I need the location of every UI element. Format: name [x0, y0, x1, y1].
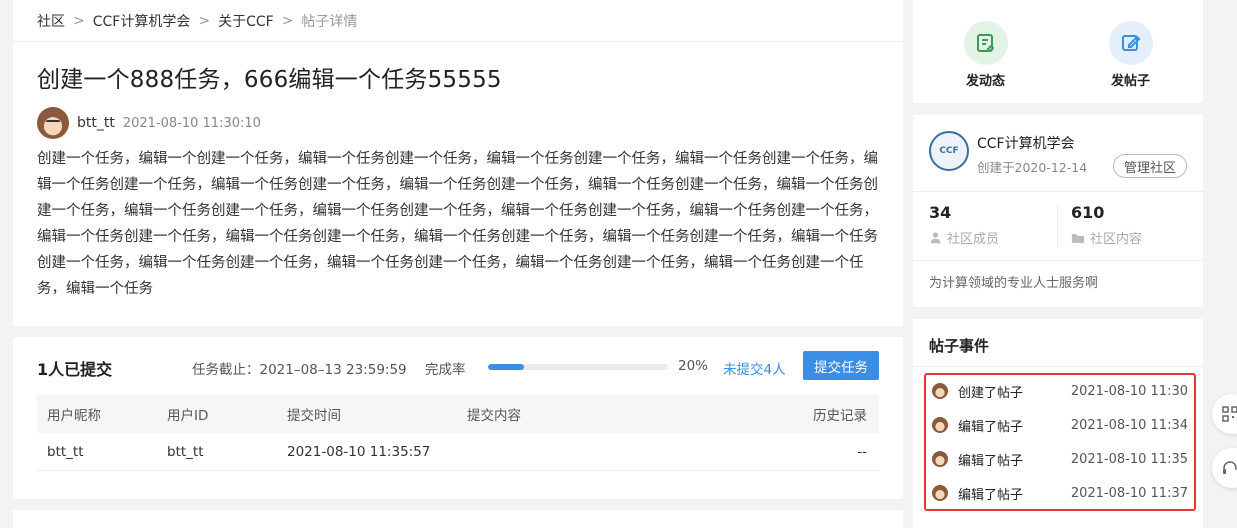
members-label: 社区成员 — [947, 232, 1000, 247]
content-label: 社区内容 — [1090, 232, 1143, 247]
col-submit-time: 提交时间 — [287, 408, 341, 424]
post-time: 2021-08-10 11:30:10 — [122, 115, 261, 131]
community-description: 为计算领域的专业人士服务啊 — [929, 276, 1099, 291]
community-name[interactable]: CCF计算机学会 — [977, 133, 1075, 153]
breadcrumb-item-ccf[interactable]: CCF计算机学会 — [93, 11, 191, 31]
submitted-count: 1人已提交 — [37, 360, 113, 379]
avatar — [932, 485, 948, 501]
list-item: 编辑了帖子 2021-08-10 11:37 — [932, 483, 1188, 503]
submit-task-button[interactable]: 提交任务 — [803, 351, 879, 380]
avatar — [932, 417, 948, 433]
chevron-right-icon: > — [281, 12, 294, 29]
event-text: 编辑了帖子 — [958, 419, 1024, 435]
qr-code-icon — [1222, 406, 1237, 422]
breadcrumb-item-about[interactable]: 关于CCF — [218, 11, 274, 31]
list-item: 编辑了帖子 2021-08-10 11:34 — [932, 415, 1188, 435]
event-time: 2021-08-10 11:30 — [1070, 383, 1188, 399]
event-time: 2021-08-10 11:35 — [1070, 451, 1188, 467]
user-icon — [930, 232, 941, 244]
task-deadline: 任务截止：2021–08–13 23:59:59 — [192, 362, 407, 378]
avatar[interactable] — [37, 107, 69, 139]
chevron-right-icon: > — [198, 12, 211, 29]
divider — [913, 191, 1203, 192]
edit-icon[interactable] — [1108, 21, 1153, 65]
post-events-card: 帖子事件 创建了帖子 2021-08-10 11:30 编辑了帖子 2021-0… — [913, 319, 1203, 528]
completion-percent: 20% — [678, 358, 709, 374]
community-card: CCF CCF计算机学会 创建于2020-12-14 管理社区 34 社区成员 … — [913, 115, 1203, 307]
events-list-highlight: 创建了帖子 2021-08-10 11:30 编辑了帖子 2021-08-10 … — [924, 373, 1196, 511]
event-text: 编辑了帖子 — [958, 453, 1024, 469]
list-item: 创建了帖子 2021-08-10 11:30 — [932, 381, 1188, 401]
post-body: 创建一个任务，编辑一个创建一个任务，编辑一个任务创建一个任务，编辑一个任务创建一… — [37, 151, 878, 297]
breadcrumb-item-community[interactable]: 社区 — [37, 11, 65, 31]
manage-community-button[interactable]: 管理社区 — [1113, 154, 1187, 178]
customer-service-button[interactable] — [1212, 448, 1237, 488]
stat-divider — [1057, 205, 1058, 247]
members-count: 34 — [929, 203, 952, 222]
post-thread-button[interactable]: 发帖子 — [1058, 0, 1203, 103]
cell-history[interactable]: -- — [779, 444, 879, 460]
table-header: 用户昵称 用户ID 提交时间 提交内容 历史记录 — [37, 395, 879, 433]
task-card: 1人已提交 任务截止：2021–08–13 23:59:59 完成率 20% 未… — [13, 337, 903, 499]
event-text: 编辑了帖子 — [958, 487, 1024, 503]
col-history: 历史记录 — [813, 408, 867, 424]
unsubmitted-link[interactable]: 未提交4人 — [723, 358, 786, 378]
col-nickname: 用户昵称 — [47, 408, 101, 424]
next-section-card — [13, 510, 903, 528]
cell-nickname: btt_tt — [47, 443, 84, 460]
members-stat[interactable]: 34 社区成员 — [929, 203, 999, 247]
post-card: 社区 > CCF计算机学会 > 关于CCF > 帖子详情 创建一个888任务，6… — [13, 0, 903, 326]
sidebar: 发动态 发帖子 CCF CCF计算机学会 创建于2020-12-14 管理社区 … — [913, 0, 1203, 528]
avatar — [932, 451, 948, 467]
dynamic-icon[interactable] — [963, 21, 1008, 65]
submission-table: 用户昵称 用户ID 提交时间 提交内容 历史记录 btt_tt btt_tt 2… — [37, 395, 879, 471]
members-label-row: 社区成员 — [929, 228, 999, 247]
post-thread-label: 发帖子 — [1110, 74, 1150, 89]
headset-icon — [1223, 461, 1237, 474]
breadcrumb: 社区 > CCF计算机学会 > 关于CCF > 帖子详情 — [13, 0, 903, 42]
post-dynamic-label: 发动态 — [965, 74, 1005, 89]
content-count: 610 — [1071, 203, 1105, 222]
community-created: 创建于2020-12-14 — [977, 160, 1088, 175]
cell-submit-time: 2021-08-10 11:35:57 — [287, 443, 431, 460]
main-content: 社区 > CCF计算机学会 > 关于CCF > 帖子详情 创建一个888任务，6… — [13, 0, 903, 528]
table-row: btt_tt btt_tt 2021-08-10 11:35:57 -- — [37, 433, 879, 471]
content-label-row: 社区内容 — [1071, 228, 1142, 247]
col-content: 提交内容 — [467, 408, 521, 424]
event-text: 创建了帖子 — [958, 385, 1024, 401]
author-row: btt_tt 2021-08-10 11:30:10 — [37, 107, 261, 139]
event-time: 2021-08-10 11:34 — [1070, 417, 1188, 433]
avatar — [932, 383, 948, 399]
event-time: 2021-08-10 11:37 — [1070, 485, 1188, 501]
folder-icon — [1071, 233, 1085, 243]
list-item: 编辑了帖子 2021-08-10 11:35 — [932, 449, 1188, 469]
chevron-right-icon: > — [73, 12, 85, 29]
events-title: 帖子事件 — [929, 337, 990, 355]
qr-code-button[interactable] — [1212, 394, 1237, 434]
progress-fill — [488, 364, 524, 370]
breadcrumb-current: 帖子详情 — [301, 13, 358, 30]
quick-actions: 发动态 发帖子 — [913, 0, 1203, 103]
divider — [913, 366, 1203, 367]
completion-rate-label: 完成率 — [425, 362, 466, 378]
col-user-id: 用户ID — [167, 408, 209, 424]
post-dynamic-button[interactable]: 发动态 — [913, 0, 1058, 103]
content-stat[interactable]: 610 社区内容 — [1071, 203, 1142, 247]
post-title: 创建一个888任务，666编辑一个任务55555 — [37, 67, 502, 93]
cell-user-id: btt_tt — [167, 443, 204, 460]
completion-progress-bar — [488, 364, 668, 370]
author-name[interactable]: btt_tt — [77, 115, 115, 131]
community-logo[interactable]: CCF — [929, 131, 969, 171]
divider — [913, 260, 1203, 261]
